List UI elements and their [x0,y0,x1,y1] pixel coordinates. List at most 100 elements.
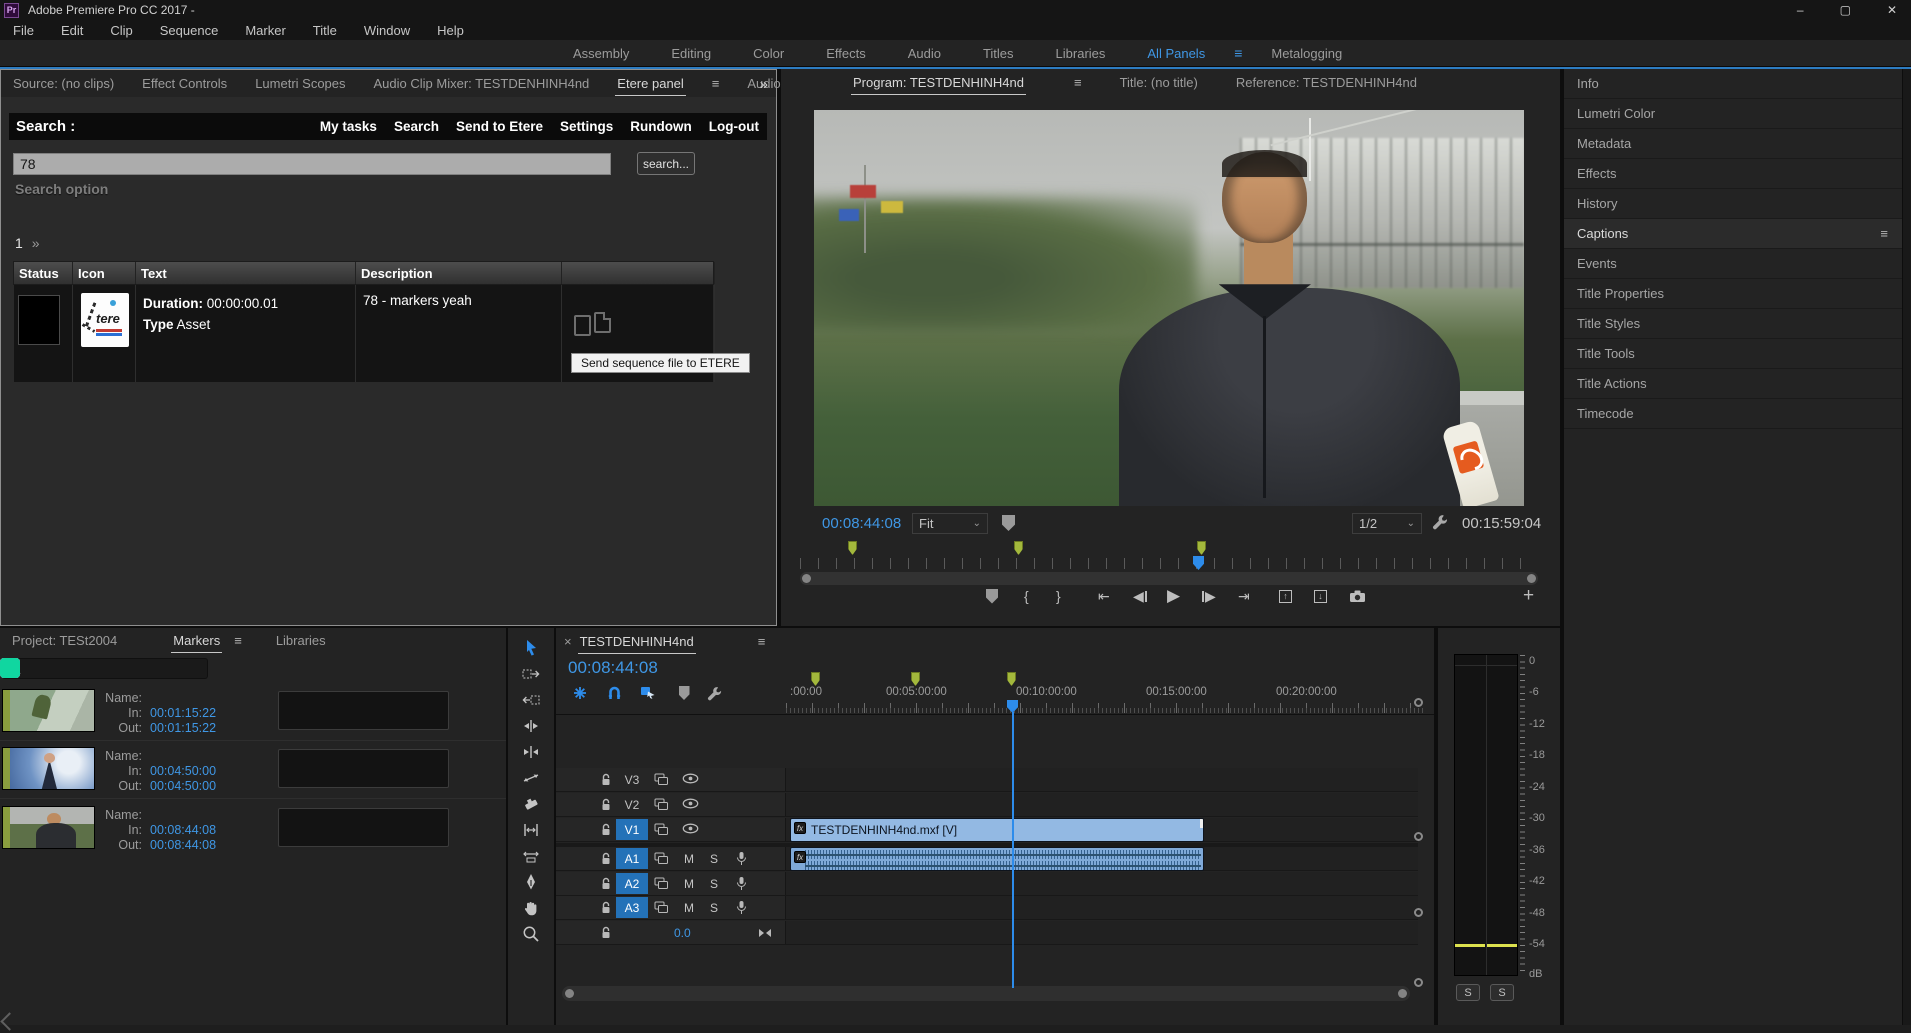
tab-audio-clip-mixer[interactable]: Audio Clip Mixer: TESTDENHINH4nd [374,76,590,91]
col-description[interactable]: Description [356,262,562,284]
timeline-hscrollbar[interactable] [562,986,1410,1001]
track-visibility-eye-icon[interactable] [682,823,699,834]
mark-out-button[interactable]: } [1056,586,1061,606]
program-position-timecode[interactable]: 00:08:44:08 [822,515,901,532]
tab-program[interactable]: Program: TESTDENHINH4nd [853,75,1024,90]
sync-lock-icon[interactable] [654,798,669,811]
sidebar-item-title-properties[interactable]: Title Properties [1564,279,1902,309]
settings-wrench-icon[interactable] [1432,514,1448,530]
send-file-icon[interactable] [574,315,591,336]
lock-icon[interactable] [600,877,612,891]
tab-project[interactable]: Project: TESt2004 [12,633,117,648]
snap-magnet-toggle[interactable] [604,684,624,702]
markers-menu-icon[interactable]: ≡ [234,633,242,648]
vscroll-handle[interactable] [1414,698,1423,707]
track-v3[interactable]: V3 [556,768,1418,792]
timeline-marker-icon[interactable] [911,672,920,686]
in-value[interactable]: 00:08:44:08 [150,823,216,837]
workspace-metalogging[interactable]: Metalogging [1250,46,1363,61]
track-visibility-eye-icon[interactable] [682,773,699,784]
sidebar-item-timecode[interactable]: Timecode [1564,399,1902,429]
scrollbar-knob-right[interactable] [1527,574,1536,583]
workspace-all-panels[interactable]: All Panels [1126,46,1226,61]
slide-tool[interactable] [520,846,542,866]
track-select-forward-tool[interactable] [520,664,542,684]
workspace-libraries[interactable]: Libraries [1035,46,1127,61]
step-back-button[interactable]: ◀ [1133,586,1147,606]
insert-as-nests-toggle[interactable] [570,684,590,702]
master-gain-value[interactable]: 0.0 [674,926,691,940]
nav-my-tasks[interactable]: My tasks [320,119,377,134]
track-visibility-eye-icon[interactable] [682,798,699,809]
menu-edit[interactable]: Edit [61,23,83,38]
vscroll-handle[interactable] [1414,832,1423,841]
track-select-backward-tool[interactable] [520,690,542,710]
captions-menu-icon[interactable]: ≡ [1880,226,1888,241]
tab-markers[interactable]: Markers [173,633,220,648]
program-mini-ruler[interactable] [800,558,1538,569]
button-editor-plus[interactable]: + [1523,586,1534,606]
menu-marker[interactable]: Marker [245,23,285,38]
sidebar-item-info[interactable]: Info [1564,69,1902,99]
sequence-marker-icon[interactable] [848,541,857,555]
tab-libraries[interactable]: Libraries [276,633,326,648]
out-value[interactable]: 00:08:44:08 [150,838,216,852]
solo-button[interactable]: S [710,852,718,866]
sidebar-item-effects[interactable]: Effects [1564,159,1902,189]
play-button[interactable]: ▶ [1167,586,1180,606]
etere-search-input[interactable] [13,153,611,175]
nav-log-out[interactable]: Log-out [709,119,759,134]
tab-overflow-chevron[interactable]: » [760,76,768,93]
rate-stretch-tool[interactable] [520,768,542,788]
col-text[interactable]: Text [136,262,356,284]
add-marker-button[interactable] [674,684,694,702]
voiceover-mic-icon[interactable] [736,876,747,891]
menu-help[interactable]: Help [437,23,464,38]
go-to-out-button[interactable]: ⇥ [1238,586,1250,606]
timeline-menu-icon[interactable]: ≡ [758,634,766,649]
program-menu-icon[interactable]: ≡ [1074,75,1082,90]
track-a3[interactable]: A3 M S [556,896,1418,920]
sidebar-item-lumetri-color[interactable]: Lumetri Color [1564,99,1902,129]
etere-search-button[interactable]: search... [637,152,695,175]
solo-button[interactable]: S [710,877,718,891]
track-a2[interactable]: A2 M S [556,872,1418,896]
out-value[interactable]: 00:04:50:00 [150,779,216,793]
voiceover-mic-icon[interactable] [736,900,747,915]
go-to-in-button[interactable]: ⇤ [1098,586,1110,606]
sidebar-item-title-actions[interactable]: Title Actions [1564,369,1902,399]
lock-icon[interactable] [600,773,612,787]
ripple-edit-tool[interactable] [520,716,542,736]
workspace-assembly[interactable]: Assembly [552,46,650,61]
solo-right-button[interactable]: S [1490,984,1514,1001]
in-value[interactable]: 00:04:50:00 [150,764,216,778]
export-frame-button[interactable] [1349,586,1366,606]
workspace-audio[interactable]: Audio [887,46,962,61]
mute-button[interactable]: M [684,877,694,891]
step-forward-button[interactable]: ▶ [1202,586,1216,606]
mute-button[interactable]: M [684,901,694,915]
sidebar-item-events[interactable]: Events [1564,249,1902,279]
sync-lock-icon[interactable] [654,773,669,786]
marker-list-item[interactable]: Name: In: 00:01:15:22 Out: 00:01:15:22 [0,689,506,732]
linked-selection-toggle[interactable] [638,684,658,702]
hand-tool[interactable] [520,898,542,918]
marker-comment-box[interactable] [278,691,449,730]
tab-sequence[interactable]: TESTDENHINH4nd [580,634,694,649]
video-clip[interactable]: fx TESTDENHINH4nd.mxf [V] [790,818,1204,842]
tab-lumetri-scopes[interactable]: Lumetri Scopes [255,76,345,91]
marker-list-item[interactable]: Name: In: 00:04:50:00 Out: 00:04:50:00 [0,747,506,790]
timeline-marker-icon[interactable] [811,672,820,686]
tab-etere-panel[interactable]: Etere panel [617,76,684,91]
tab-title[interactable]: Title: (no title) [1120,75,1198,90]
sidebar-item-title-tools[interactable]: Title Tools [1564,339,1902,369]
nav-settings[interactable]: Settings [560,119,613,134]
menu-file[interactable]: File [13,23,34,38]
scrollbar-knob-right[interactable] [1398,989,1407,998]
sync-lock-icon[interactable] [654,823,669,836]
panel-menu-icon[interactable]: ≡ [712,76,720,91]
menu-sequence[interactable]: Sequence [160,23,219,38]
timeline-settings-wrench-icon[interactable] [704,684,724,702]
scrollbar-knob-left[interactable] [802,574,811,583]
next-page-arrow[interactable]: » [32,235,40,251]
